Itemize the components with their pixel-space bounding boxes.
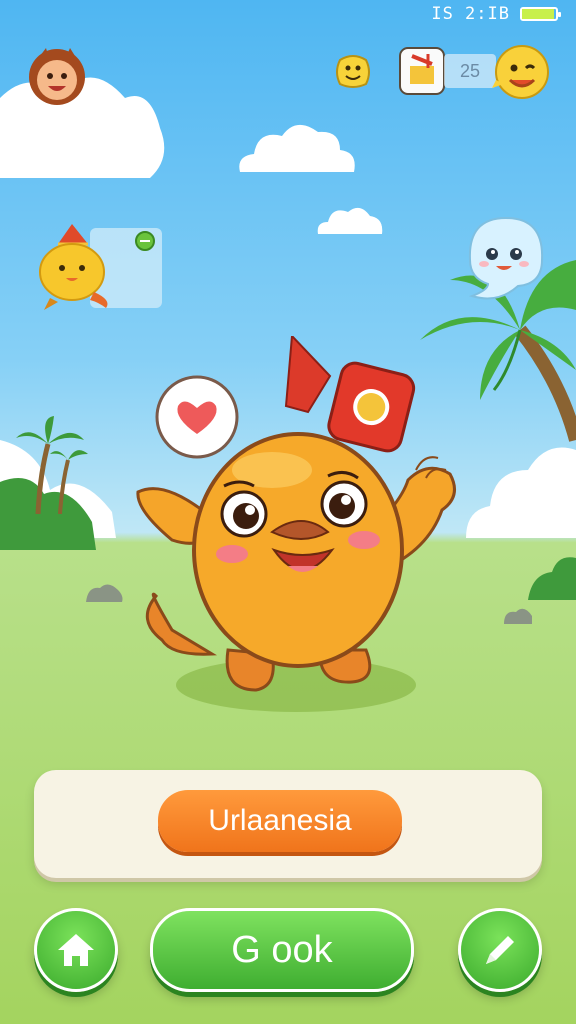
rock-right: [504, 608, 532, 624]
cloud-right: [466, 447, 576, 538]
bush-right: [528, 557, 576, 600]
status-bar: IS 2:IB: [431, 4, 561, 24]
status-dot-icon: [135, 231, 155, 251]
score-counter: 25: [444, 54, 496, 88]
game-screen: IS 2:IB 25 Urlaanesia G ook: [0, 0, 576, 1024]
battery-level: [522, 9, 555, 19]
home-button[interactable]: [34, 908, 118, 992]
emoji-face-icon[interactable]: [334, 52, 372, 90]
cloud-small: [317, 207, 383, 234]
main-action-button[interactable]: G ook: [150, 908, 414, 992]
home-icon: [58, 934, 94, 966]
chick-character-icon[interactable]: [36, 222, 118, 312]
edit-button[interactable]: [458, 908, 542, 992]
ghost-character-icon[interactable]: [458, 214, 550, 306]
rock-left: [86, 584, 123, 602]
orange-blob-character[interactable]: [132, 400, 462, 700]
player-avatar-icon[interactable]: [26, 44, 88, 106]
palm-tree-left: [16, 416, 88, 514]
pencil-icon: [486, 936, 514, 964]
battery-icon: [520, 7, 561, 21]
cloud-center: [239, 124, 355, 172]
status-time: IS 2:IB: [431, 4, 510, 24]
winking-face-icon[interactable]: [492, 44, 550, 102]
gift-box-icon[interactable]: [398, 46, 446, 96]
character-name-button[interactable]: Urlaanesia: [158, 790, 402, 852]
